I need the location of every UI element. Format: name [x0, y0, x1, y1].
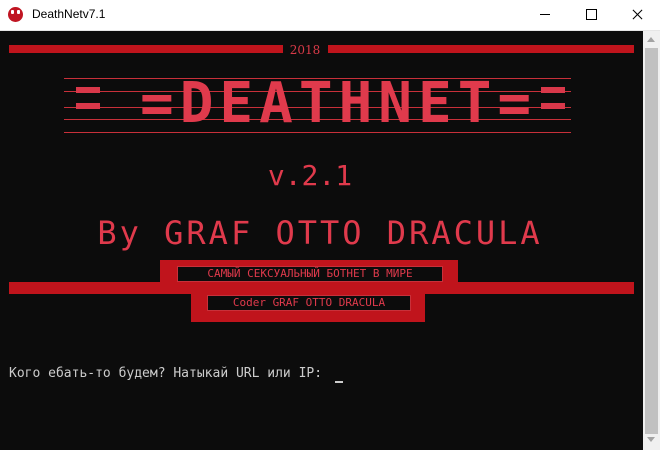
scroll-down-arrow-icon[interactable] — [647, 437, 655, 442]
minimize-icon — [540, 14, 550, 15]
scroll-thumb[interactable] — [645, 48, 658, 434]
logo-dash-left — [76, 103, 100, 109]
banner-year: 2018 — [289, 43, 321, 57]
maximize-icon — [586, 9, 597, 20]
logo-dash-right — [541, 87, 565, 93]
console-window: DeathNetv7.1 2018 =DEATHNET= v.2.1 By GR… — [0, 0, 660, 450]
deathnet-logo: =DEATHNET= — [140, 71, 538, 136]
vertical-scrollbar[interactable] — [643, 31, 660, 450]
banner-version: v.2.1 — [267, 159, 353, 192]
console-output[interactable]: 2018 =DEATHNET= v.2.1 By GRAF OTTO DRACU… — [0, 31, 643, 450]
top-banner-bar-left — [9, 45, 283, 53]
minimize-button[interactable] — [522, 0, 568, 30]
scroll-up-arrow-icon[interactable] — [647, 37, 655, 42]
top-banner-bar-right — [328, 45, 634, 53]
logo-dash-left — [76, 87, 100, 93]
close-icon — [614, 0, 660, 30]
banner-byline: By GRAF OTTO DRACULA — [97, 214, 543, 252]
text-cursor — [335, 381, 343, 383]
window-title: DeathNetv7.1 — [32, 7, 106, 21]
banner-coder: Coder GRAF OTTO DRACULA — [207, 295, 411, 311]
title-bar[interactable]: DeathNetv7.1 — [0, 0, 660, 31]
logo-dash-right — [541, 103, 565, 109]
skull-icon — [8, 7, 23, 22]
banner-slogan: САМЫЙ СЕКСУАЛЬНЫЙ БОТНЕТ В МИРЕ — [177, 266, 443, 282]
console-prompt: Кого ебать-то будем? Натыкай URL или IP: — [9, 366, 323, 381]
maximize-button[interactable] — [568, 0, 614, 30]
close-button[interactable] — [614, 0, 660, 30]
